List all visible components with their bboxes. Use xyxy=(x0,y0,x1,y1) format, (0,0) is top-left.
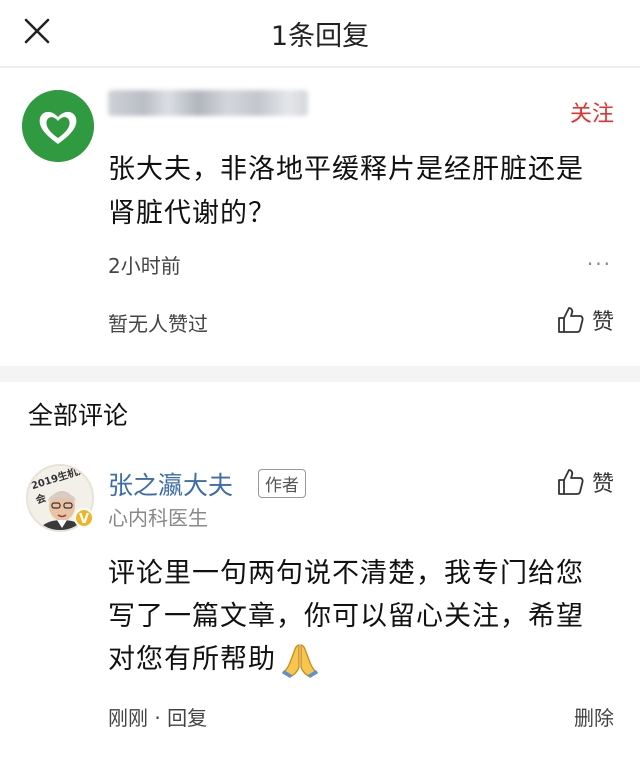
comment-item: 2019生机大会 V 张之瀛大夫 作者 心内科医生 赞 评论里一句两句说不清楚，… xyxy=(0,450,640,782)
thumbs-up-icon xyxy=(558,469,584,495)
comment-actions: 刚刚 · 回复 xyxy=(108,702,207,731)
question-time: 2小时前 xyxy=(108,254,181,278)
reply-button[interactable]: 回复 xyxy=(167,706,207,730)
author-tag: 作者 xyxy=(258,469,306,498)
author-role: 心内科医生 xyxy=(108,506,208,530)
comment-text: 评论里一句两句说不清楚，我专门给您写了一篇文章，你可以留心关注，希望对您有所帮助 xyxy=(108,552,608,681)
question-card: 关注 张大夫，非洛地平缓释片是经肝脏还是肾脏代谢的？ 2小时前 ··· 暂无人赞… xyxy=(0,68,640,366)
page-title: 1条回复 xyxy=(270,21,370,52)
like-label: 赞 xyxy=(591,310,614,335)
top-bar: 1条回复 xyxy=(0,0,640,64)
comment-body: 评论里一句两句说不清楚，我专门给您写了一篇文章，你可以留心关注，希望对您有所帮助 xyxy=(108,558,584,675)
comment-time: 刚刚 xyxy=(108,706,148,730)
like-button[interactable]: 赞 xyxy=(556,304,614,336)
more-options-button[interactable]: ··· xyxy=(587,252,612,276)
avatar[interactable] xyxy=(22,90,94,162)
delete-button[interactable]: 删除 xyxy=(574,702,614,731)
section-gap xyxy=(0,366,640,382)
praying-hands-icon xyxy=(281,643,319,678)
separator: · xyxy=(154,706,161,730)
comment-like-button[interactable]: 赞 xyxy=(556,466,614,498)
comments-section-title: 全部评论 xyxy=(28,401,129,430)
heart-logo-icon xyxy=(22,90,94,162)
verified-badge: V xyxy=(74,508,94,528)
blurred-username xyxy=(108,90,308,116)
follow-button[interactable]: 关注 xyxy=(570,96,614,128)
likes-summary: 暂无人赞过 xyxy=(108,312,208,336)
thumbs-up-icon xyxy=(558,307,584,333)
author-name[interactable]: 张之瀛大夫 xyxy=(108,466,233,502)
question-text: 张大夫，非洛地平缓释片是经肝脏还是肾脏代谢的？ xyxy=(108,154,584,229)
like-label: 赞 xyxy=(591,472,614,497)
